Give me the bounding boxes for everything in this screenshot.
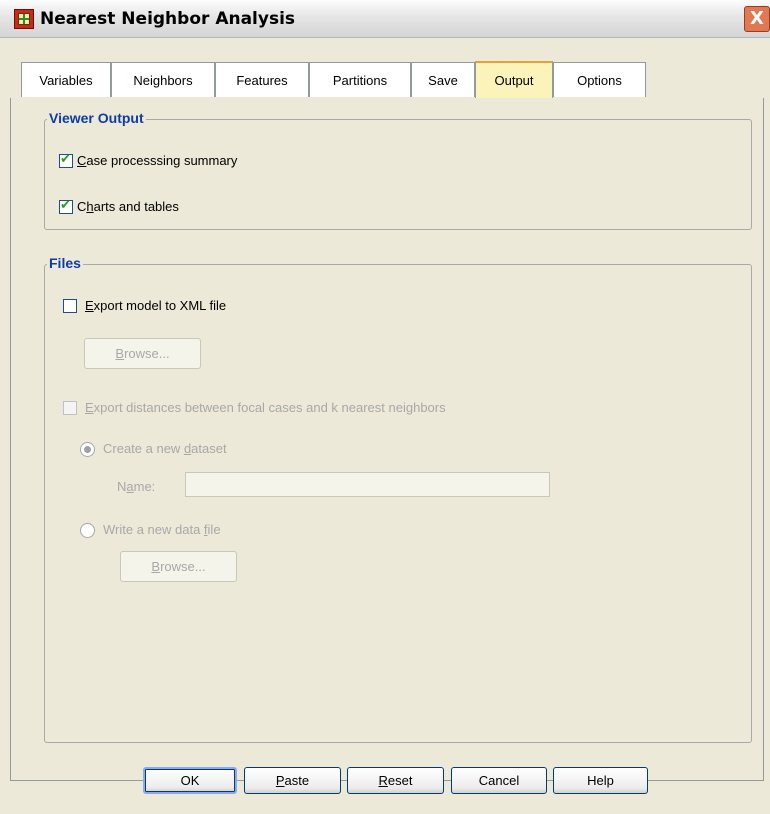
paste-button[interactable]: Paste: [244, 767, 341, 794]
case-summary-label[interactable]: Case processsing summary: [77, 153, 237, 168]
ok-button[interactable]: OK: [143, 767, 237, 794]
case-summary-checkbox[interactable]: [59, 152, 73, 168]
export-xml-label[interactable]: Export model to XML file: [85, 298, 226, 313]
dataset-name-input[interactable]: [185, 472, 550, 497]
tab-partitions[interactable]: Partitions: [309, 62, 411, 97]
reset-button[interactable]: Reset: [347, 767, 444, 794]
tab-variables[interactable]: Variables: [21, 62, 111, 97]
export-xml-checkbox[interactable]: [63, 299, 77, 313]
tab-options[interactable]: Options: [553, 62, 646, 97]
files-group: Files Export model to XML file Browse...…: [44, 255, 752, 743]
tab-neighbors[interactable]: Neighbors: [111, 62, 215, 97]
output-tab-panel: Viewer Output Case processsing summary C…: [10, 98, 764, 781]
browse-xml-button[interactable]: Browse...: [84, 338, 201, 369]
export-distances-checkbox[interactable]: [63, 401, 77, 415]
tab-features[interactable]: Features: [215, 62, 309, 97]
window-title: Nearest Neighbor Analysis: [40, 9, 296, 29]
title-bar[interactable]: Nearest Neighbor Analysis X: [0, 0, 770, 38]
files-legend: Files: [47, 255, 83, 271]
export-distances-label[interactable]: Export distances between focal cases and…: [85, 400, 446, 415]
name-field-label: Name:: [117, 479, 156, 494]
cancel-button[interactable]: Cancel: [451, 767, 547, 794]
charts-tables-checkbox[interactable]: [59, 198, 73, 214]
create-dataset-label[interactable]: Create a new dataset: [103, 441, 227, 456]
help-button[interactable]: Help: [553, 767, 648, 794]
spss-app-icon: [14, 9, 34, 29]
viewer-output-group: Viewer Output Case processsing summary C…: [44, 110, 752, 230]
close-button[interactable]: X: [744, 6, 770, 32]
dialog-window: Nearest Neighbor Analysis X Variables Ne…: [0, 0, 770, 814]
tab-output[interactable]: Output: [475, 61, 553, 98]
create-dataset-radio[interactable]: [80, 442, 95, 457]
write-file-label[interactable]: Write a new data file: [103, 522, 221, 537]
browse-file-button[interactable]: Browse...: [120, 551, 237, 582]
tab-save[interactable]: Save: [411, 62, 475, 97]
viewer-output-legend: Viewer Output: [47, 110, 146, 126]
write-file-radio[interactable]: [80, 523, 95, 538]
charts-tables-label[interactable]: Charts and tables: [77, 199, 179, 214]
